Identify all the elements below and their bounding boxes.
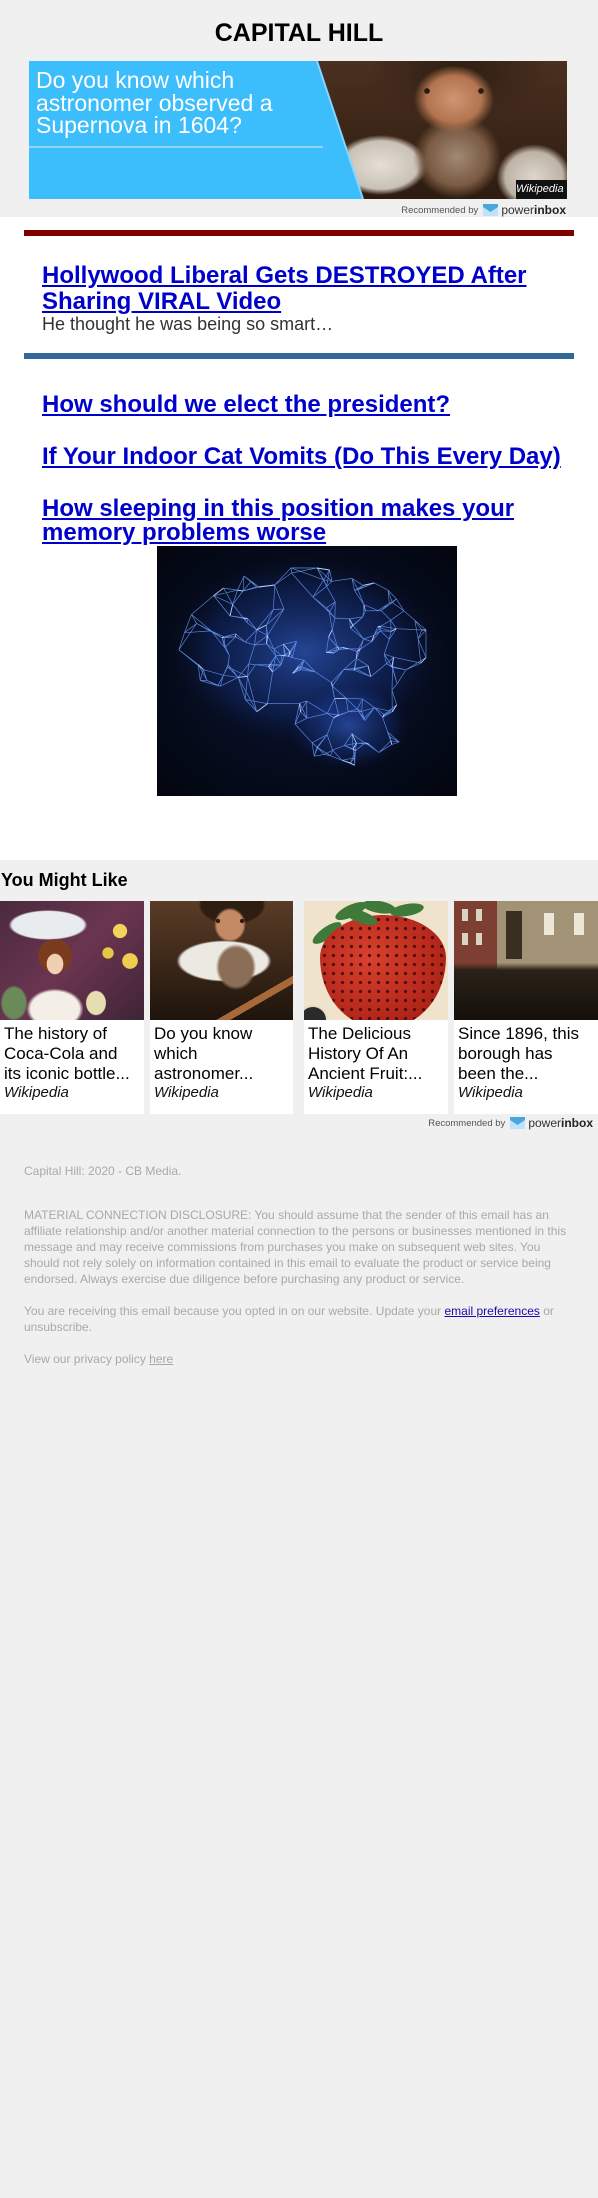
brand-name-power: power — [501, 203, 534, 217]
card-source: Wikipedia — [4, 1084, 69, 1101]
footer-disclosure: MATERIAL CONNECTION DISCLOSURE: You shou… — [24, 1208, 567, 1286]
recommendation-card[interactable]: Since 1896, this borough has been the...… — [454, 901, 598, 1114]
seal-badge — [304, 1005, 328, 1020]
card-source: Wikipedia — [458, 1084, 523, 1101]
card-image — [304, 901, 448, 1020]
email-page: CAPITAL HILL Do you know which astronome… — [0, 0, 598, 2198]
powerinbox-logo-icon — [483, 204, 499, 216]
red-divider — [24, 230, 574, 236]
recommended-by-powerinbox[interactable]: Recommended by power inbox — [401, 203, 566, 217]
card-image — [0, 901, 144, 1020]
footer-copyright: Capital Hill: 2020 - CB Media. — [24, 1164, 182, 1178]
card-image — [150, 901, 293, 1020]
recommendation-card[interactable]: The history of Coca-Cola and its iconic … — [0, 901, 144, 1114]
card-image — [454, 901, 598, 1020]
card-text: The Delicious History Of An Ancient Frui… — [304, 1020, 448, 1102]
you-might-like-heading: You Might Like — [1, 870, 128, 890]
privacy-text: View our privacy policy — [24, 1352, 150, 1366]
card-title: Do you know which astronomer... — [154, 1024, 254, 1083]
email-preferences-link[interactable]: email preferences — [444, 1304, 539, 1318]
powerinbox-logo-icon — [510, 1117, 526, 1129]
banner-headline: Do you know which astronomer observed a … — [36, 67, 273, 138]
card-text: Do you know which astronomer... Wikipedi… — [150, 1020, 293, 1102]
card-source: Wikipedia — [308, 1084, 373, 1101]
recommendation-card[interactable]: Do you know which astronomer... Wikipedi… — [150, 901, 293, 1114]
featured-headline-link[interactable]: Hollywood Liberal Gets DESTROYED After S… — [42, 263, 572, 315]
story-link[interactable]: If Your Indoor Cat Vomits (Do This Every… — [42, 445, 572, 469]
card-title: The history of Coca-Cola and its iconic … — [4, 1024, 130, 1083]
card-source: Wikipedia — [154, 1084, 219, 1101]
brand-name-inbox: inbox — [561, 1116, 593, 1130]
recommended-by-label: Recommended by — [428, 1117, 506, 1129]
site-title: CAPITAL HILL — [214, 19, 384, 47]
sponsored-banner[interactable]: Do you know which astronomer observed a … — [29, 61, 567, 199]
recommended-by-label: Recommended by — [401, 204, 479, 216]
blue-divider — [24, 353, 574, 359]
card-text: Since 1896, this borough has been the...… — [454, 1020, 598, 1102]
strawberry-shape — [320, 915, 446, 1020]
card-title: The Delicious History Of An Ancient Frui… — [308, 1024, 423, 1083]
card-text: The history of Coca-Cola and its iconic … — [0, 1020, 144, 1102]
story-link[interactable]: How sleeping in this position makes your… — [42, 497, 572, 545]
subscription-notice-text: You are receiving this email because you… — [24, 1304, 445, 1318]
privacy-policy-link[interactable]: here — [149, 1352, 173, 1366]
footer-subscription-notice: You are receiving this email because you… — [24, 1303, 572, 1335]
story-link[interactable]: How should we elect the president? — [42, 393, 572, 417]
recommended-by-powerinbox-bottom[interactable]: Recommended by power inbox — [428, 1116, 593, 1130]
brain-network-image — [157, 546, 457, 796]
card-title: Since 1896, this borough has been the... — [458, 1024, 579, 1083]
brand-name-power: power — [528, 1116, 561, 1130]
banner-source-label: Wikipedia — [516, 180, 567, 199]
featured-subtitle: He thought he was being so smart… — [42, 314, 334, 334]
brand-name-inbox: inbox — [534, 203, 566, 217]
banner-divider — [29, 146, 323, 148]
story-image-brain[interactable] — [157, 546, 457, 796]
recommendation-card[interactable]: The Delicious History Of An Ancient Frui… — [304, 901, 448, 1114]
footer-privacy: View our privacy policy here — [24, 1351, 572, 1367]
